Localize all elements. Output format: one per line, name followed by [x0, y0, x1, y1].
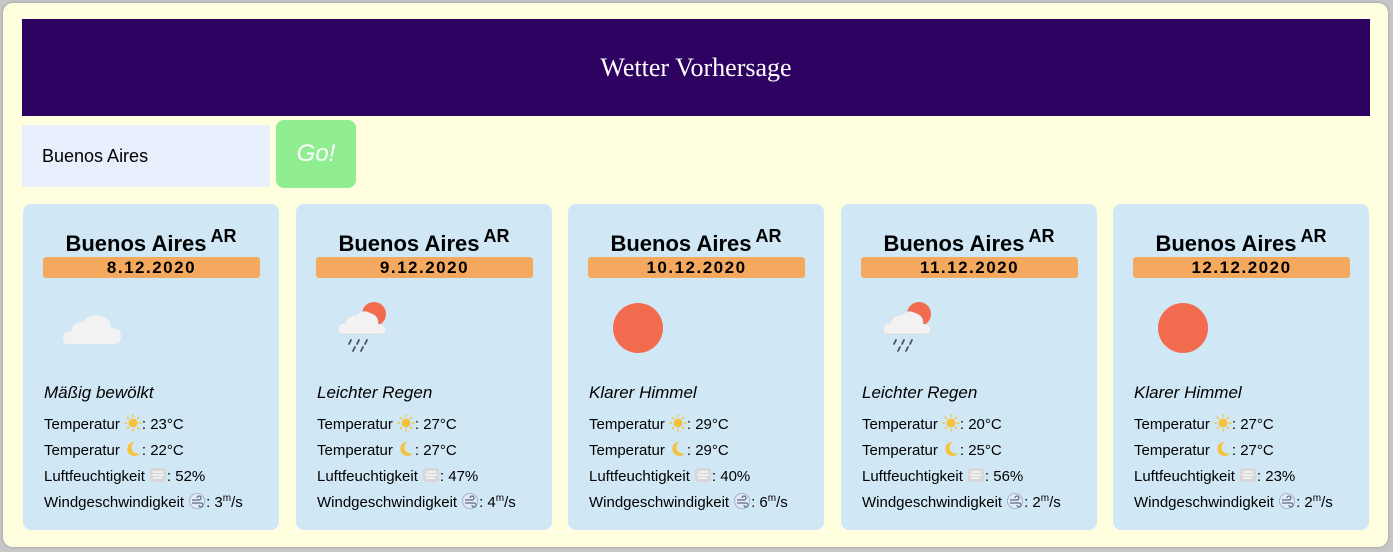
temperature-night-row: Temperatur: 27°C	[317, 441, 457, 459]
sun-icon	[124, 414, 142, 432]
temperature-day-row: Temperatur: 23°C	[44, 414, 184, 433]
country-code: AR	[1300, 226, 1327, 246]
clear-sky-icon	[613, 303, 663, 353]
forecast-date: 10.12.2020	[588, 257, 805, 278]
weather-description: Leichter Regen	[862, 383, 978, 402]
forecast-card: Buenos Aires AR 11.12.2020 Leichter Regen…	[841, 204, 1097, 530]
country-code: AR	[210, 226, 237, 246]
temperature-day-row: Temperatur: 20°C	[862, 414, 1002, 433]
fog-icon	[149, 468, 166, 482]
forecast-date: 12.12.2020	[1133, 257, 1350, 278]
sun-icon	[1214, 414, 1232, 432]
fog-icon	[1239, 468, 1256, 482]
cloud-icon	[63, 315, 121, 344]
weather-description: Klarer Himmel	[589, 383, 697, 402]
light-rain-icon	[882, 302, 932, 352]
city-name: Buenos Aires	[338, 231, 480, 256]
page-header: Wetter Vorhersage	[22, 19, 1370, 116]
fog-icon	[422, 468, 439, 482]
temperature-night-row: Temperatur: 27°C	[1134, 441, 1274, 459]
humidity-row: Luftfeuchtigkeit: 47%	[317, 468, 479, 485]
city-name: Buenos Aires	[883, 231, 1025, 256]
moon-icon	[127, 441, 140, 456]
forecast-card: Buenos Aires AR 9.12.2020 Leichter Regen …	[296, 204, 552, 530]
wind-icon	[734, 493, 750, 509]
forecast-card: Buenos Aires AR 12.12.2020 Klarer Himmel …	[1113, 204, 1369, 530]
weather-description: Mäßig bewölkt	[44, 383, 154, 402]
go-button[interactable]: Go!	[276, 120, 356, 188]
wind-icon	[1279, 493, 1295, 509]
weather-description: Leichter Regen	[317, 383, 433, 402]
wind-icon	[189, 493, 205, 509]
moon-icon	[945, 441, 958, 456]
clear-sky-icon	[1158, 303, 1208, 353]
temperature-night-row: Temperatur: 25°C	[862, 441, 1002, 459]
moon-icon	[1217, 441, 1230, 456]
forecast-card: Buenos Aires AR 10.12.2020 Klarer Himmel …	[568, 204, 824, 530]
moon-icon	[400, 441, 413, 456]
country-code: AR	[755, 226, 782, 246]
humidity-row: Luftfeuchtigkeit: 52%	[44, 468, 206, 485]
forecast-card: Buenos Aires AR 8.12.2020 Mäßig bewölkt T…	[23, 204, 279, 530]
page-title: Wetter Vorhersage	[600, 52, 792, 82]
temperature-night-row: Temperatur: 22°C	[44, 441, 184, 459]
temperature-day-row: Temperatur: 27°C	[1134, 414, 1274, 433]
humidity-row: Luftfeuchtigkeit: 23%	[1134, 468, 1296, 485]
wind-row: Windgeschwindigkeit: 6m/s	[589, 493, 788, 511]
forecast-date: 9.12.2020	[316, 257, 533, 278]
city-search-input[interactable]	[22, 125, 270, 187]
country-code: AR	[483, 226, 510, 246]
city-name: Buenos Aires	[1155, 231, 1297, 256]
wind-row: Windgeschwindigkeit: 4m/s	[317, 493, 516, 511]
forecast-date: 8.12.2020	[43, 257, 260, 278]
light-rain-icon	[337, 302, 387, 352]
fog-icon	[967, 468, 984, 482]
sun-icon	[669, 414, 687, 432]
sun-icon	[942, 414, 960, 432]
sun-icon	[397, 414, 415, 432]
wind-icon	[1007, 493, 1023, 509]
moon-icon	[672, 441, 685, 456]
city-name: Buenos Aires	[610, 231, 752, 256]
wind-row: Windgeschwindigkeit: 3m/s	[44, 493, 243, 511]
wind-row: Windgeschwindigkeit: 2m/s	[862, 493, 1061, 511]
wind-icon	[462, 493, 478, 509]
temperature-day-row: Temperatur: 29°C	[589, 414, 729, 433]
forecast-date: 11.12.2020	[861, 257, 1078, 278]
temperature-day-row: Temperatur: 27°C	[317, 414, 457, 433]
country-code: AR	[1028, 226, 1055, 246]
humidity-row: Luftfeuchtigkeit: 56%	[862, 468, 1024, 485]
app-frame: Wetter Vorhersage Go! Buenos AiresAR 8.1…	[3, 3, 1388, 547]
weather-description: Klarer Himmel	[1134, 383, 1242, 402]
humidity-row: Luftfeuchtigkeit: 40%	[589, 468, 751, 485]
wind-row: Windgeschwindigkeit: 2m/s	[1134, 493, 1333, 511]
fog-icon	[694, 468, 711, 482]
temperature-night-row: Temperatur: 29°C	[589, 441, 729, 459]
city-name: Buenos Aires	[65, 231, 207, 256]
